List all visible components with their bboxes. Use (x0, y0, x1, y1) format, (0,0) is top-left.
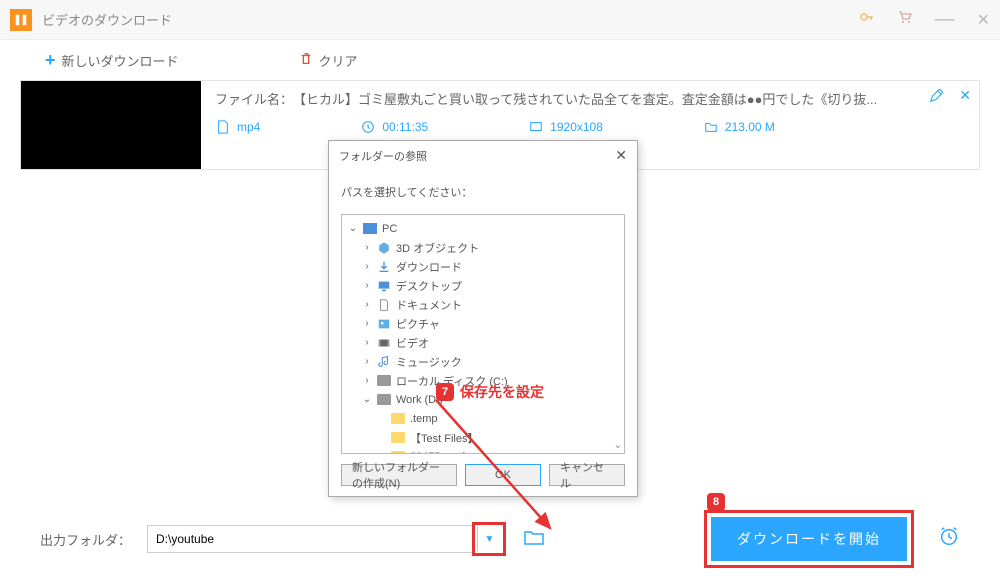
tree-temp[interactable]: .temp (342, 409, 624, 428)
titlebar: ビデオのダウンロード — ✕ (0, 0, 1000, 40)
tree-2345downloads[interactable]: 2345Downloads (342, 447, 624, 454)
output-folder-input[interactable] (147, 525, 475, 553)
size-meta: 213.00 M (703, 120, 775, 134)
drive-icon (376, 393, 392, 407)
folder-tree[interactable]: ⌄PC ›3D オブジェクト ›ダウンロード ›デスクトップ ›ドキュメント ›… (341, 214, 625, 454)
video-icon (376, 336, 392, 350)
new-download-button[interactable]: + 新しいダウンロード (45, 50, 179, 71)
picture-icon (376, 317, 392, 331)
folder-browse-dialog: フォルダーの参照 ✕ パスを選択してください： ⌄PC ›3D オブジェクト ›… (328, 140, 638, 497)
resolution-text: 1920x108 (550, 120, 603, 134)
app-logo-icon (10, 9, 32, 31)
desktop-icon (376, 279, 392, 293)
download-icon (376, 260, 392, 274)
start-download-button[interactable]: ダウンロードを開始 (711, 517, 907, 561)
tree-downloads[interactable]: ›ダウンロード (342, 257, 624, 276)
cube-icon (376, 241, 392, 255)
music-icon (376, 355, 392, 369)
duration-meta: 00:11:35 (360, 120, 428, 134)
annotation-frame-download: 8 ダウンロードを開始 (704, 510, 914, 568)
tree-test-files[interactable]: 【Test Files】 (342, 428, 624, 447)
plus-icon: + (45, 50, 56, 71)
output-folder-label: 出力フォルダ： (40, 530, 131, 549)
tree-pc[interactable]: ⌄PC (342, 219, 624, 238)
minimize-button[interactable]: — (935, 8, 955, 31)
tree-videos[interactable]: ›ビデオ (342, 333, 624, 352)
file-prefix: ファイル名： (215, 92, 300, 107)
annotation-badge-7: 7 (436, 383, 454, 401)
trash-icon (299, 52, 313, 69)
clock-icon (360, 120, 376, 134)
bottom-bar: 出力フォルダ： ▼ 8 ダウンロードを開始 (0, 516, 1000, 562)
resolution-meta: 1920x108 (528, 120, 603, 134)
video-thumbnail (21, 81, 201, 169)
duration-text: 00:11:35 (382, 120, 428, 134)
dialog-hint: パスを選択してください： (341, 184, 625, 200)
schedule-icon[interactable] (938, 525, 960, 553)
dialog-title: フォルダーの参照 (339, 148, 427, 164)
tree-pictures[interactable]: ›ピクチャ (342, 314, 624, 333)
dialog-close-icon[interactable]: ✕ (615, 147, 627, 164)
filename-text: 【ヒカル】ゴミ屋敷丸ごと買い取って残されていた品全てを査定。査定金額は●●円でし… (300, 92, 878, 107)
edit-icon[interactable] (929, 89, 943, 106)
folder-icon (703, 120, 719, 134)
clear-button[interactable]: クリア (299, 51, 358, 70)
ok-button[interactable]: OK (465, 464, 541, 486)
cancel-button[interactable]: キャンセル (549, 464, 625, 486)
resolution-icon (528, 120, 544, 134)
annotation-frame-dropdown: ▼ (472, 522, 506, 556)
key-icon[interactable] (859, 9, 875, 30)
toolbar: + 新しいダウンロード クリア (0, 40, 1000, 80)
new-download-label: 新しいダウンロード (62, 51, 179, 70)
browse-folder-icon[interactable] (524, 529, 544, 550)
annotation-label-7: 保存先を設定 (460, 382, 544, 402)
annotation-badge-8: 8 (707, 493, 725, 511)
document-icon (376, 298, 392, 312)
size-text: 213.00 M (725, 120, 775, 134)
format-meta: mp4 (215, 120, 260, 134)
tree-music[interactable]: ›ミュージック (342, 352, 624, 371)
filename-line: ファイル名： 【ヒカル】ゴミ屋敷丸ごと買い取って残されていた品全てを査定。査定金… (215, 89, 965, 108)
tree-3d-objects[interactable]: ›3D オブジェクト (342, 238, 624, 257)
item-close-icon[interactable]: ✕ (959, 87, 971, 104)
clear-label: クリア (319, 51, 358, 70)
tree-desktop[interactable]: ›デスクトップ (342, 276, 624, 295)
file-icon (215, 120, 231, 134)
output-dropdown-button[interactable]: ▼ (477, 527, 501, 551)
drive-icon (376, 374, 392, 388)
window-title: ビデオのダウンロード (42, 10, 172, 29)
tree-documents[interactable]: ›ドキュメント (342, 295, 624, 314)
close-button[interactable]: ✕ (977, 10, 990, 30)
new-folder-button[interactable]: 新しいフォルダーの作成(N) (341, 464, 457, 486)
scroll-down-icon[interactable]: ⌄ (614, 440, 622, 451)
cart-icon[interactable] (897, 9, 913, 30)
format-text: mp4 (237, 120, 260, 134)
